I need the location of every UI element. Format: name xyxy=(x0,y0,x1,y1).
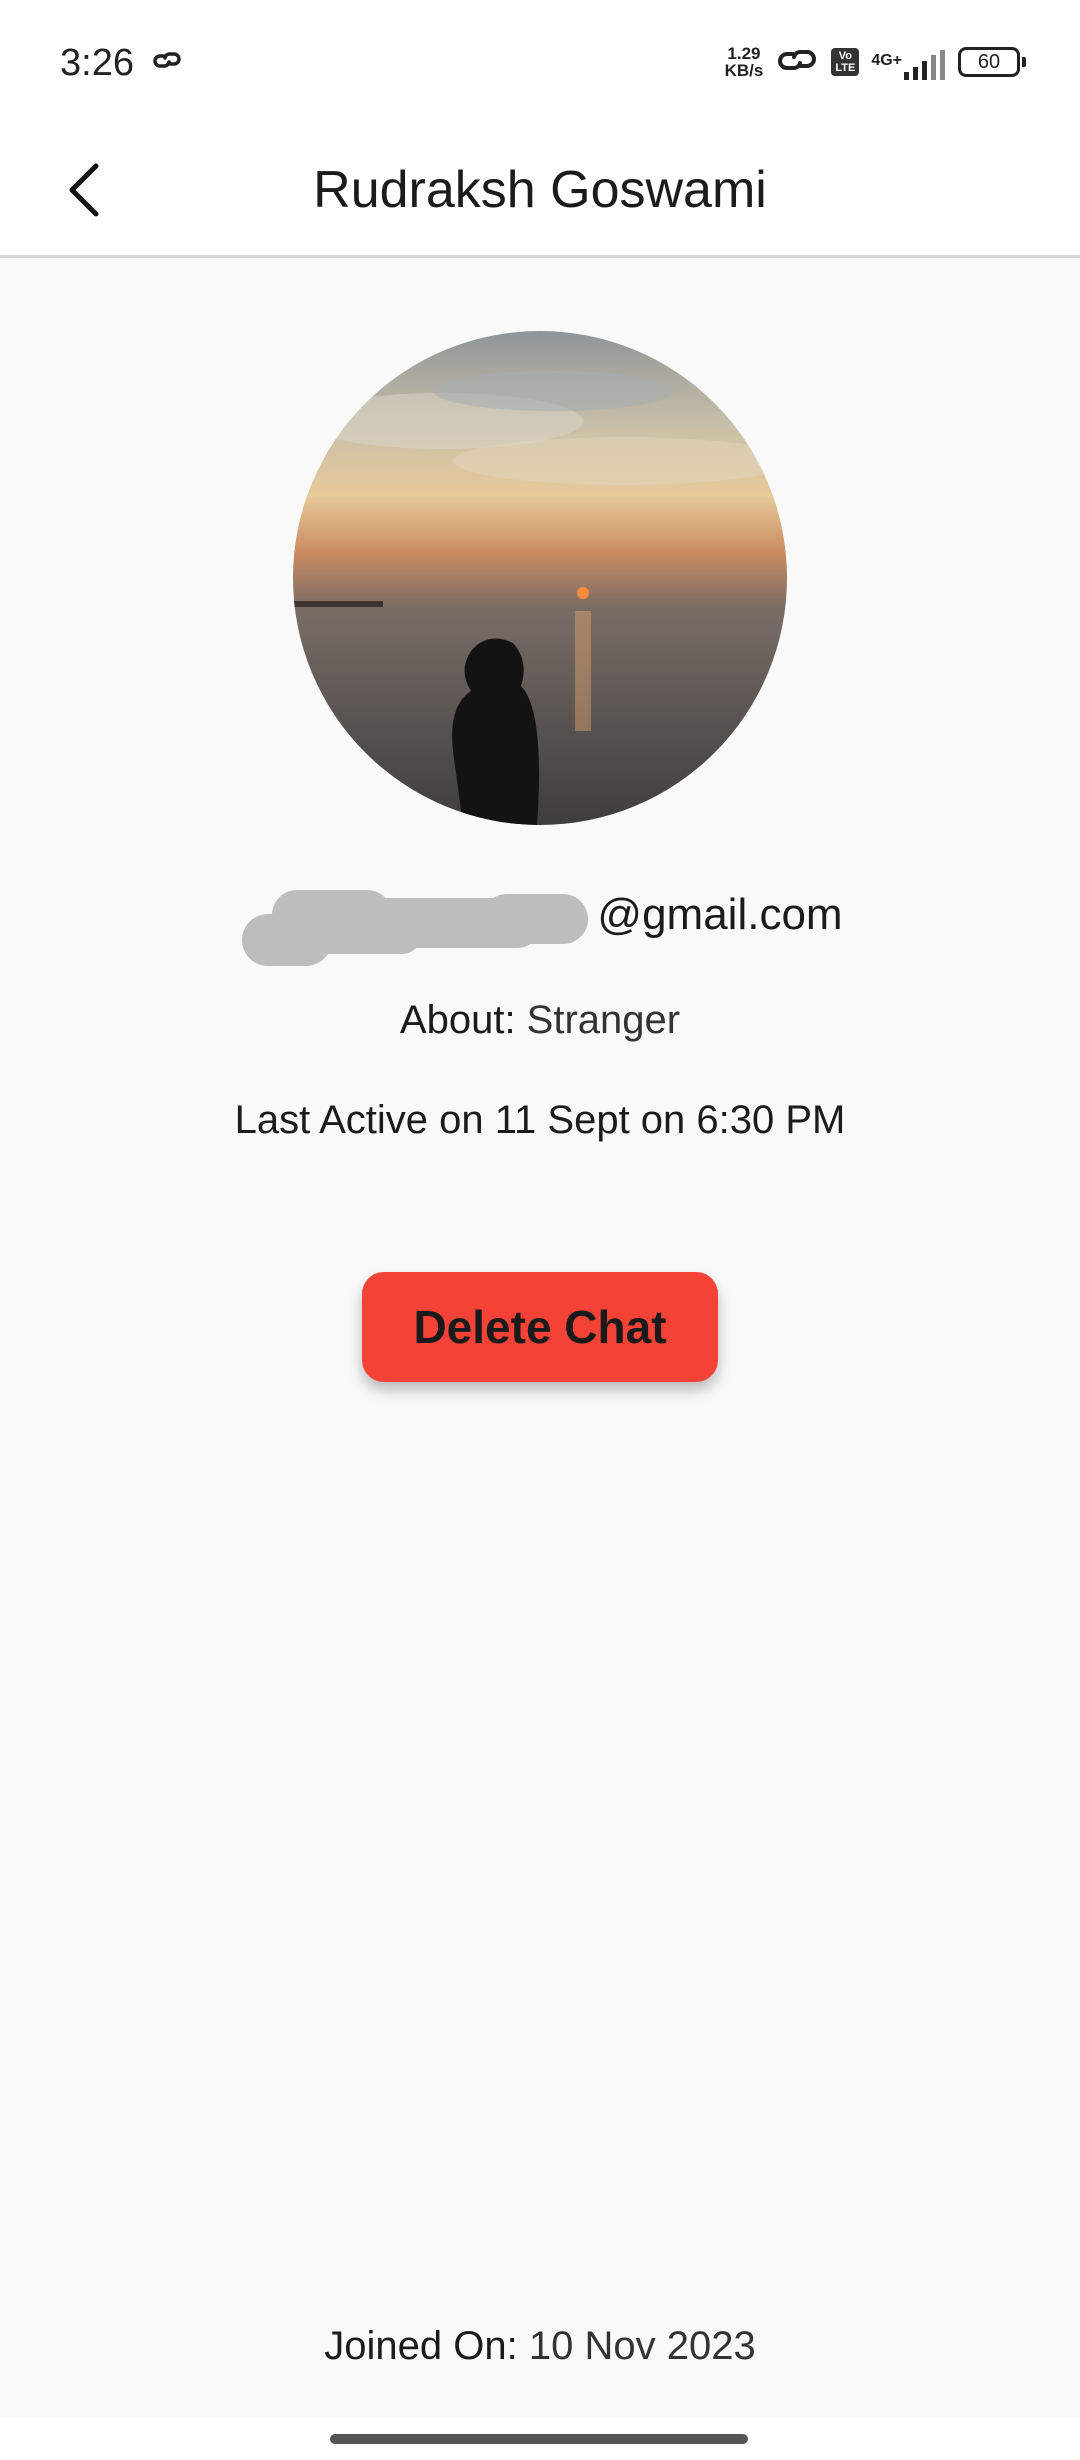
network-type: 4G+ xyxy=(871,52,902,69)
about-row: About: Stranger xyxy=(0,998,1080,1043)
status-bar: 3:26 1.29 KB/s Vo LTE 4G+ 60 xyxy=(0,0,1080,120)
battery-icon: 60 xyxy=(958,47,1026,77)
app-bar: Rudraksh Goswami xyxy=(0,120,1080,258)
joined-value: 10 Nov 2023 xyxy=(528,2324,756,2368)
battery-level: 60 xyxy=(977,51,1001,73)
hotspot-link-icon xyxy=(775,44,819,81)
page-title: Rudraksh Goswami xyxy=(313,161,767,219)
net-speed: 1.29 KB/s xyxy=(725,45,764,79)
joined-row: Joined On: 10 Nov 2023 xyxy=(0,2324,1080,2369)
net-speed-unit: KB/s xyxy=(724,61,764,80)
email-redaction xyxy=(242,884,590,970)
status-time: 3:26 xyxy=(60,42,134,84)
last-active-text: Last Active on 11 Sept on 6:30 PM xyxy=(234,1098,846,1142)
delete-chat-button[interactable]: Delete Chat xyxy=(362,1272,718,1382)
volte-top: Vo xyxy=(838,50,852,62)
profile-avatar[interactable] xyxy=(293,331,787,825)
about-value: Stranger xyxy=(526,998,681,1042)
link-icon xyxy=(152,48,182,77)
home-indicator[interactable] xyxy=(330,2434,748,2444)
volte-bottom: LTE xyxy=(835,62,856,74)
joined-label: Joined On: xyxy=(324,2324,529,2368)
status-icons: 1.29 KB/s Vo LTE 4G+ 60 xyxy=(725,42,1026,82)
volte-icon: Vo LTE xyxy=(831,48,860,76)
about-label: About: xyxy=(399,998,527,1042)
net-speed-value: 1.29 xyxy=(727,44,761,63)
signal-strength-icon xyxy=(904,50,945,80)
signal-group: 4G+ xyxy=(871,44,946,80)
email-domain: @gmail.com xyxy=(597,890,843,939)
